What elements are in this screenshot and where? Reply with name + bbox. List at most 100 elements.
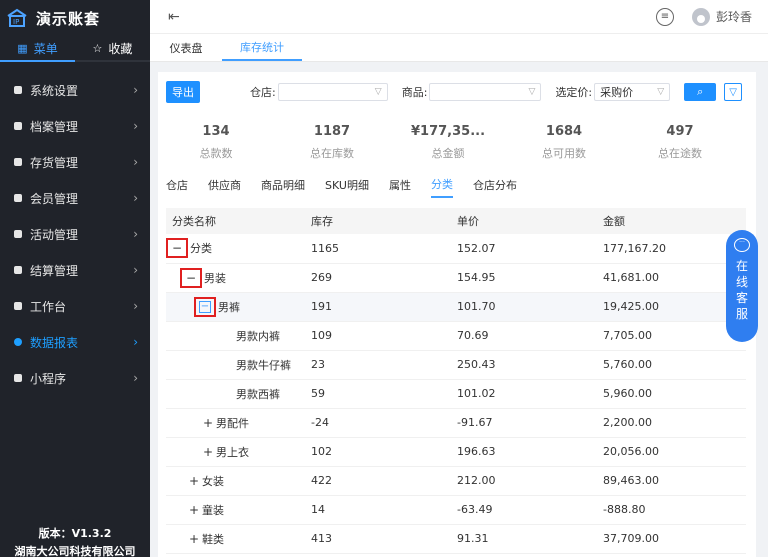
chevron-down-icon: ▽ bbox=[657, 87, 665, 97]
sidebar-item-members[interactable]: 会员管理 › bbox=[0, 180, 150, 216]
sidebar-footer: 版本：V1.3.2 湖南大公司科技有限公司 bbox=[0, 525, 150, 557]
chat-char: 客 bbox=[735, 291, 748, 305]
archive-icon bbox=[14, 122, 22, 130]
amount-cell: 37,709.00 bbox=[603, 524, 746, 554]
subtab-category[interactable]: 分类 bbox=[430, 172, 453, 198]
username[interactable]: 彭玲香 bbox=[716, 8, 752, 25]
online-service-button[interactable]: ··· 在 线 客 服 bbox=[726, 230, 758, 342]
page-tabs: 仪表盘 库存统计 bbox=[150, 34, 768, 62]
collapse-icon[interactable]: − bbox=[194, 296, 216, 317]
sidebar-item-reports[interactable]: 数据报表 › bbox=[0, 324, 150, 360]
settings-icon bbox=[14, 86, 22, 94]
category-name: 男上衣 bbox=[216, 445, 249, 459]
price-cell: 212.00 bbox=[457, 466, 603, 496]
collapse-icon[interactable]: − bbox=[180, 267, 202, 288]
price-cell: 70.69 bbox=[457, 321, 603, 351]
table-row: + 男上衣 102 196.63 20,056.00 bbox=[166, 437, 746, 467]
sidebar-item-label: 数据报表 bbox=[30, 335, 79, 350]
price-cell: 152.07 bbox=[457, 234, 603, 264]
stat-item: 1684 总可用数 bbox=[506, 124, 622, 161]
sidebar-item-miniprogram[interactable]: 小程序 › bbox=[0, 360, 150, 396]
category-name: 分类 bbox=[190, 242, 212, 256]
sidebar-item-activities[interactable]: 活动管理 › bbox=[0, 216, 150, 252]
topbar: ⇤ ≡ 彭玲香 bbox=[150, 0, 768, 34]
column-header-amount: 金额 bbox=[603, 208, 746, 234]
stock-cell: 1165 bbox=[311, 234, 457, 264]
expand-icon[interactable]: + bbox=[202, 416, 214, 430]
stock-cell: 59 bbox=[311, 379, 457, 409]
product-select[interactable]: ▽ bbox=[429, 83, 542, 101]
export-button[interactable]: 导出 bbox=[166, 81, 200, 103]
price-cell: 196.63 bbox=[457, 437, 603, 467]
expand-icon[interactable]: + bbox=[202, 445, 214, 459]
sidebar-item-label: 结算管理 bbox=[30, 263, 79, 278]
sidebar-tab-menu[interactable]: ▦ 菜单 bbox=[0, 36, 75, 62]
sidebar-item-label: 小程序 bbox=[30, 371, 67, 386]
amount-cell: 19,425.00 bbox=[603, 292, 746, 322]
stats-row: 134 总款数 1187 总在库数 ¥177,35... 总金额 1684 总可用数 4… bbox=[158, 112, 756, 172]
subtab-product-detail[interactable]: 商品明细 bbox=[261, 172, 305, 198]
search-icon: ⌕ bbox=[697, 85, 704, 98]
member-icon bbox=[14, 194, 22, 202]
stat-item: 134 总款数 bbox=[158, 124, 274, 161]
subtab-supplier[interactable]: 供应商 bbox=[208, 172, 241, 198]
table-row: 男款内裤 109 70.69 7,705.00 bbox=[166, 321, 746, 351]
category-name: 鞋类 bbox=[202, 532, 224, 546]
chevron-down-icon: ▽ bbox=[374, 87, 382, 97]
stock-cell: 23 bbox=[311, 350, 457, 380]
sub-tabs: 仓店 供应商 商品明细 SKU明细 属性 分类 仓店分布 bbox=[158, 172, 756, 198]
stock-cell: 102 bbox=[311, 437, 457, 467]
price-select[interactable]: 采购价 ▽ bbox=[594, 83, 671, 101]
sidebar-item-settlement[interactable]: 结算管理 › bbox=[0, 252, 150, 288]
category-table: 分类名称 库存 单价 金额 − 分类 1165 152.07 177,167.20… bbox=[166, 208, 746, 554]
search-button[interactable]: ⌕ bbox=[684, 83, 717, 101]
table-row: + 鞋类 413 91.31 37,709.00 bbox=[166, 524, 746, 554]
store-select[interactable]: ▽ bbox=[277, 83, 388, 101]
miniprogram-icon bbox=[14, 374, 22, 382]
sidebar-item-label: 存货管理 bbox=[30, 155, 79, 170]
menu-icon[interactable]: ≡ bbox=[655, 7, 674, 26]
sidebar-tab-favorites[interactable]: ☆ 收藏 bbox=[75, 36, 150, 60]
sidebar-item-inventory[interactable]: 存货管理 › bbox=[0, 144, 150, 180]
grid-icon: ▦ bbox=[17, 41, 28, 55]
chevron-right-icon: › bbox=[133, 155, 138, 169]
tab-inventory-stats[interactable]: 库存统计 bbox=[222, 34, 302, 61]
report-icon bbox=[14, 338, 22, 346]
subtab-attribute[interactable]: 属性 bbox=[389, 172, 411, 198]
amount-cell: -888.80 bbox=[603, 495, 746, 525]
subtab-store-distribution[interactable]: 仓店分布 bbox=[473, 172, 517, 198]
subtab-store[interactable]: 仓店 bbox=[166, 172, 188, 198]
expand-icon[interactable]: + bbox=[188, 474, 200, 488]
collapse-icon[interactable]: − bbox=[166, 238, 188, 259]
amount-cell: 41,681.00 bbox=[603, 263, 746, 293]
collapse-menu-icon[interactable]: ⇤ bbox=[168, 9, 180, 25]
chat-char: 在 bbox=[735, 259, 748, 273]
sidebar-item-archives[interactable]: 档案管理 › bbox=[0, 108, 150, 144]
price-cell: -63.49 bbox=[457, 495, 603, 525]
company-label: 湖南大公司科技有限公司 bbox=[14, 545, 136, 557]
stat-value: 1684 bbox=[545, 123, 583, 139]
inventory-icon bbox=[14, 158, 22, 166]
expand-icon[interactable]: + bbox=[188, 532, 200, 546]
category-name: 男款西裤 bbox=[236, 387, 280, 401]
price-cell: 101.70 bbox=[457, 292, 603, 322]
chevron-right-icon: › bbox=[133, 119, 138, 133]
avatar[interactable] bbox=[691, 7, 710, 26]
stat-value: ¥177,35... bbox=[410, 123, 486, 139]
chevron-right-icon: › bbox=[133, 371, 138, 385]
table-row: − 男装 269 154.95 41,681.00 bbox=[166, 263, 746, 293]
sidebar-item-system-settings[interactable]: 系统设置 › bbox=[0, 72, 150, 108]
tab-dashboard[interactable]: 仪表盘 bbox=[150, 34, 222, 61]
sidebar-item-label: 活动管理 bbox=[30, 227, 79, 242]
amount-cell: 177,167.20 bbox=[603, 234, 746, 264]
chevron-right-icon: › bbox=[133, 335, 138, 349]
stat-item: ¥177,35... 总金额 bbox=[390, 124, 506, 161]
expand-icon[interactable]: + bbox=[188, 503, 200, 517]
stock-cell: 191 bbox=[311, 292, 457, 322]
amount-cell: 89,463.00 bbox=[603, 466, 746, 496]
chevron-right-icon: › bbox=[133, 299, 138, 313]
subtab-sku-detail[interactable]: SKU明细 bbox=[325, 172, 369, 198]
filter-button[interactable]: ▽ bbox=[724, 83, 743, 101]
chat-char: 服 bbox=[735, 307, 748, 321]
sidebar-item-workbench[interactable]: 工作台 › bbox=[0, 288, 150, 324]
